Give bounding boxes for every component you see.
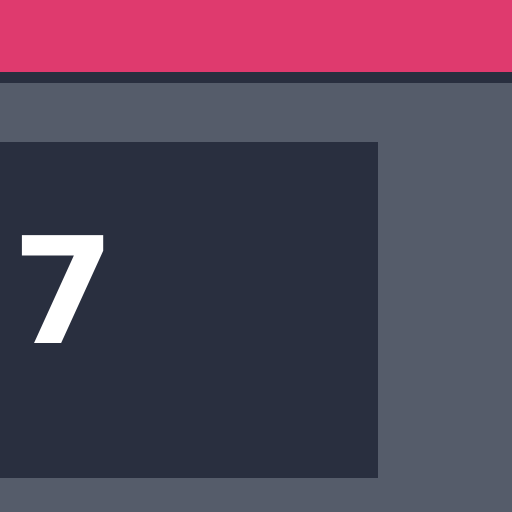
header-divider [0,72,512,83]
accent-header-bar [0,0,512,72]
app-frame: 7 [0,0,512,512]
main-value: 7 [12,206,115,378]
